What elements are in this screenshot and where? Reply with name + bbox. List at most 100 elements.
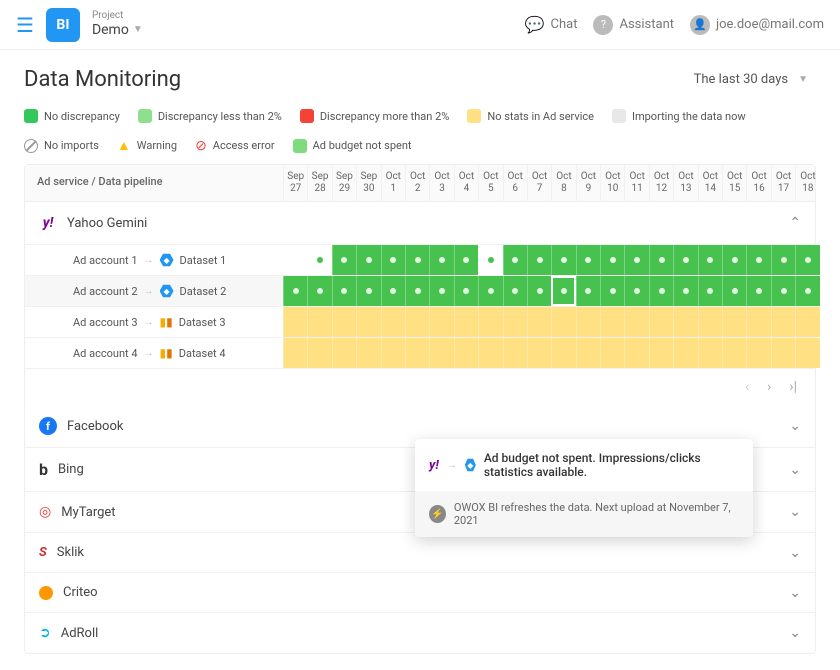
status-cell[interactable] [795, 338, 819, 368]
status-cell[interactable] [356, 338, 380, 368]
status-cell[interactable] [405, 338, 429, 368]
status-cell[interactable] [722, 245, 746, 275]
status-cell[interactable] [307, 276, 331, 306]
status-cell[interactable] [600, 276, 624, 306]
status-cell[interactable] [698, 307, 722, 337]
status-cell[interactable] [771, 276, 795, 306]
status-cell[interactable] [283, 276, 307, 306]
status-cell[interactable] [503, 245, 527, 275]
status-cell[interactable] [600, 245, 624, 275]
status-cell[interactable] [332, 276, 356, 306]
status-cell[interactable] [576, 276, 600, 306]
status-cell[interactable] [527, 276, 551, 306]
status-cell[interactable] [356, 307, 380, 337]
status-cell[interactable] [649, 338, 673, 368]
status-cell[interactable] [307, 338, 331, 368]
status-cell[interactable] [454, 276, 478, 306]
status-cell[interactable] [795, 276, 819, 306]
status-cell[interactable] [527, 245, 551, 275]
status-cell[interactable] [478, 276, 502, 306]
status-cell[interactable] [624, 276, 648, 306]
status-cell[interactable] [746, 276, 770, 306]
status-cell[interactable] [576, 245, 600, 275]
provider-row-yahoo[interactable]: y!Yahoo Gemini ⌃ [25, 202, 815, 245]
provider-row-criteo[interactable]: Criteo ⌄ [25, 573, 815, 613]
pager-prev[interactable]: ‹ [739, 377, 755, 397]
status-cell[interactable] [356, 276, 380, 306]
status-cell[interactable] [722, 338, 746, 368]
status-cell[interactable] [722, 307, 746, 337]
status-cell[interactable] [746, 338, 770, 368]
status-cell[interactable] [673, 245, 697, 275]
status-cell[interactable] [771, 245, 795, 275]
status-cell[interactable] [381, 307, 405, 337]
status-cell[interactable] [551, 276, 575, 306]
status-cell[interactable] [771, 338, 795, 368]
menu-icon[interactable]: ☰ [16, 13, 34, 37]
status-cell[interactable] [600, 307, 624, 337]
status-cell[interactable] [503, 307, 527, 337]
logo[interactable]: BI [46, 8, 80, 42]
status-cell[interactable] [283, 338, 307, 368]
status-cell[interactable] [283, 245, 307, 275]
status-cell[interactable] [478, 338, 502, 368]
status-cell[interactable] [454, 245, 478, 275]
status-cell[interactable] [551, 245, 575, 275]
status-cell[interactable] [429, 245, 453, 275]
status-cell[interactable] [307, 307, 331, 337]
status-cell[interactable] [673, 276, 697, 306]
status-cell[interactable] [478, 307, 502, 337]
status-cell[interactable] [624, 245, 648, 275]
status-cell[interactable] [405, 245, 429, 275]
status-cell[interactable] [381, 245, 405, 275]
status-cell[interactable] [795, 307, 819, 337]
status-cell[interactable] [576, 338, 600, 368]
status-cell[interactable] [551, 307, 575, 337]
status-cell[interactable] [649, 307, 673, 337]
status-cell[interactable] [527, 338, 551, 368]
pager-next[interactable]: › [761, 377, 777, 397]
status-cell[interactable] [478, 245, 502, 275]
status-cell[interactable] [600, 338, 624, 368]
status-cell[interactable] [576, 307, 600, 337]
project-selector[interactable]: Project Demo ▼ [92, 10, 143, 39]
status-cell[interactable] [332, 338, 356, 368]
status-cell[interactable] [503, 338, 527, 368]
status-cell[interactable] [381, 338, 405, 368]
status-cell[interactable] [405, 276, 429, 306]
status-cell[interactable] [746, 245, 770, 275]
status-cell[interactable] [746, 307, 770, 337]
status-cell[interactable] [771, 307, 795, 337]
status-cell[interactable] [454, 338, 478, 368]
status-cell[interactable] [307, 245, 331, 275]
status-cell[interactable] [332, 245, 356, 275]
status-cell[interactable] [624, 307, 648, 337]
status-cell[interactable] [649, 245, 673, 275]
pager-last[interactable]: ›| [783, 377, 803, 397]
status-cell[interactable] [429, 276, 453, 306]
status-cell[interactable] [332, 307, 356, 337]
status-cell[interactable] [429, 338, 453, 368]
status-cell[interactable] [698, 276, 722, 306]
status-cell[interactable] [381, 276, 405, 306]
status-cell[interactable] [624, 338, 648, 368]
status-cell[interactable] [551, 338, 575, 368]
status-cell[interactable] [673, 307, 697, 337]
status-cell[interactable] [649, 276, 673, 306]
provider-row-sklik[interactable]: SSklik ⌄ [25, 533, 815, 573]
status-cell[interactable] [356, 245, 380, 275]
status-cell[interactable] [503, 276, 527, 306]
status-cell[interactable] [722, 276, 746, 306]
status-cell[interactable] [405, 307, 429, 337]
user-menu[interactable]: 👤joe.doe@mail.com [690, 15, 824, 35]
status-cell[interactable] [673, 338, 697, 368]
assistant-link[interactable]: ?Assistant [593, 15, 674, 35]
chat-link[interactable]: 💬Chat [525, 15, 578, 34]
status-cell[interactable] [795, 245, 819, 275]
provider-row-adroll[interactable]: ➲AdRoll ⌄ [25, 613, 815, 653]
status-cell[interactable] [429, 307, 453, 337]
status-cell[interactable] [698, 245, 722, 275]
date-range-selector[interactable]: The last 30 days▼ [686, 66, 816, 93]
status-cell[interactable] [454, 307, 478, 337]
status-cell[interactable] [283, 307, 307, 337]
